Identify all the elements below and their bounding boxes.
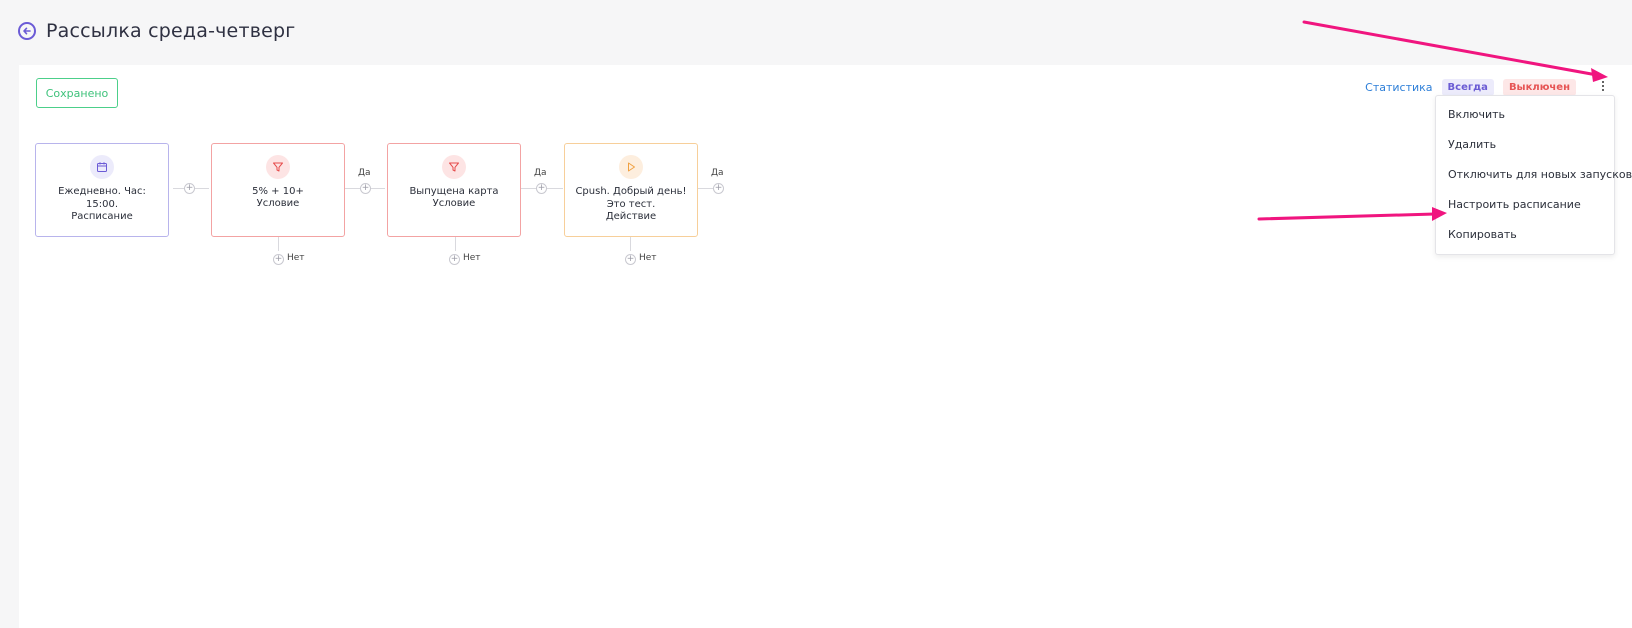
node-type: Действие: [605, 211, 657, 222]
yes-branch-label[interactable]: Да: [711, 168, 724, 178]
node-text: 5% + 10+: [252, 186, 304, 197]
menu-item-copy[interactable]: Копировать: [1436, 220, 1614, 250]
no-branch-line: [630, 237, 631, 251]
no-branch-label[interactable]: Нет: [639, 253, 657, 263]
main-panel: Сохранено Статистика Всегда Выключен Вкл…: [19, 65, 1632, 628]
add-step-icon[interactable]: +: [360, 183, 371, 194]
node-type: Условие: [256, 198, 300, 209]
menu-item-disable-new-runs[interactable]: Отключить для новых запусков: [1436, 160, 1632, 190]
play-icon: [619, 155, 643, 179]
add-step-icon[interactable]: +: [273, 254, 284, 265]
menu-item-enable[interactable]: Включить: [1436, 100, 1614, 130]
yes-branch-label[interactable]: Да: [358, 168, 371, 178]
filter-icon: [266, 155, 290, 179]
back-button[interactable]: [18, 22, 36, 40]
page-title: Рассылка среда-четверг: [46, 20, 296, 42]
add-step-icon[interactable]: +: [449, 254, 460, 265]
menu-item-configure-schedule[interactable]: Настроить расписание: [1436, 190, 1614, 220]
saved-button[interactable]: Сохранено: [36, 78, 118, 108]
flow-node-schedule[interactable]: Ежедневно. Час: 15:00. Расписание: [35, 143, 169, 237]
no-branch-line: [455, 237, 456, 251]
statistics-link[interactable]: Статистика: [1365, 81, 1432, 94]
status-badge: Выключен: [1502, 79, 1576, 96]
add-step-icon[interactable]: +: [536, 183, 547, 194]
page: Рассылка среда-четверг Сохранено Статист…: [0, 0, 1632, 628]
yes-branch-label[interactable]: Да: [534, 168, 547, 178]
add-step-icon[interactable]: +: [713, 183, 724, 194]
flow-node-condition[interactable]: 5% + 10+ Условие: [211, 143, 345, 237]
calendar-icon: [90, 155, 114, 179]
node-type: Расписание: [71, 211, 133, 222]
node-type: Условие: [432, 198, 476, 209]
flow-node-condition[interactable]: Выпущена карта Условие: [387, 143, 521, 237]
node-text: Выпущена карта: [409, 186, 499, 197]
add-step-icon[interactable]: +: [625, 254, 636, 265]
add-step-icon[interactable]: +: [184, 183, 195, 194]
node-text: Ежедневно. Час: 15:00.: [58, 186, 146, 210]
node-text: Cpush. Добрый день! Это тест.: [575, 186, 687, 210]
top-right-controls: Статистика Всегда Выключен: [1365, 79, 1576, 96]
no-branch-label[interactable]: Нет: [287, 253, 305, 263]
arrow-left-icon: [23, 27, 31, 35]
no-branch-line: [278, 237, 279, 251]
menu-item-delete[interactable]: Удалить: [1436, 130, 1614, 160]
header: Рассылка среда-четверг: [18, 20, 295, 42]
no-branch-label[interactable]: Нет: [463, 253, 481, 263]
dropdown-menu: Включить Удалить Отключить для новых зап…: [1435, 95, 1632, 255]
schedule-badge: Всегда: [1441, 79, 1494, 96]
filter-icon: [442, 155, 466, 179]
flow-node-action[interactable]: Cpush. Добрый день! Это тест. Действие: [564, 143, 698, 237]
more-menu-icon[interactable]: [1598, 77, 1608, 95]
